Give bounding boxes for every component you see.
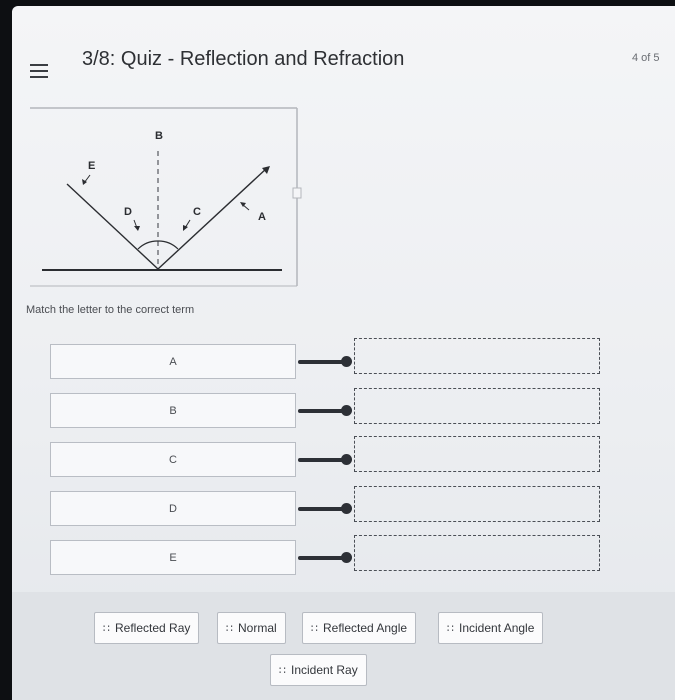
answer-choice-tray: ∷ Reflected Ray ∷ Normal ∷ Reflected Ang…	[12, 592, 675, 700]
quiz-screen: 3/8: Quiz - Reflection and Refraction 4 …	[12, 6, 675, 700]
drop-zone-b[interactable]	[354, 388, 600, 424]
choice-label: Incident Angle	[459, 621, 535, 635]
term-box-e: E	[50, 540, 296, 575]
instructions-text: Match the letter to the correct term	[26, 304, 195, 316]
choice-incident-angle[interactable]: ∷ Incident Angle	[438, 612, 544, 644]
connector-b	[298, 405, 354, 417]
connector-c	[298, 454, 354, 466]
term-label: C	[169, 453, 177, 466]
choice-label: Reflected Ray	[115, 621, 191, 635]
drop-zone-e[interactable]	[354, 535, 600, 571]
term-box-d: D	[50, 491, 296, 526]
reflected-angle-arc	[157, 240, 179, 250]
choice-normal[interactable]: ∷ Normal	[217, 612, 286, 644]
term-box-a: A	[50, 344, 296, 379]
drag-handle-icon[interactable]: ∷	[311, 622, 318, 635]
term-box-b: B	[50, 393, 296, 428]
term-label: B	[169, 404, 177, 417]
drag-handle-icon[interactable]: ∷	[279, 664, 286, 677]
connector-d	[298, 503, 354, 515]
connector-a	[298, 356, 354, 368]
term-label: D	[169, 502, 177, 515]
label-b: B	[155, 130, 163, 142]
drag-handle-icon[interactable]: ∷	[447, 622, 454, 635]
reflection-diagram: B E D C A	[30, 107, 302, 287]
term-box-c: C	[50, 442, 296, 477]
incident-ray	[66, 183, 159, 270]
choice-reflected-ray[interactable]: ∷ Reflected Ray	[94, 612, 200, 644]
choice-reflected-angle[interactable]: ∷ Reflected Angle	[302, 612, 417, 644]
term-label: A	[169, 355, 177, 368]
label-d: D	[124, 206, 132, 218]
term-label: E	[169, 551, 177, 564]
choice-label: Normal	[238, 621, 277, 635]
reflected-ray	[157, 167, 268, 270]
label-c: C	[193, 206, 201, 218]
label-e: E	[88, 160, 95, 172]
drag-handle-icon[interactable]: ∷	[103, 622, 110, 635]
incident-angle-arc	[137, 240, 159, 250]
reflected-ray-arrowhead	[262, 166, 270, 174]
choice-label: Incident Ray	[291, 663, 358, 677]
drop-zone-c[interactable]	[354, 436, 600, 472]
choice-incident-ray[interactable]: ∷ Incident Ray	[270, 654, 367, 686]
drop-zone-d[interactable]	[354, 486, 600, 522]
label-a: A	[258, 211, 266, 223]
drop-zone-a[interactable]	[354, 338, 600, 374]
connector-e	[298, 552, 354, 564]
frame-handle	[292, 187, 302, 199]
drag-handle-icon[interactable]: ∷	[226, 622, 233, 635]
choice-label: Reflected Angle	[323, 621, 408, 635]
